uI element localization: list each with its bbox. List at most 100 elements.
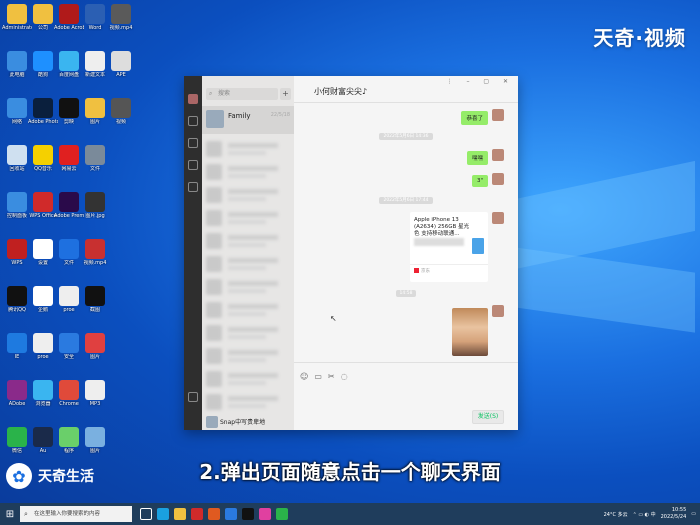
chat-title: 小何财富尖尖♪ [314, 87, 368, 96]
app-icon [33, 239, 53, 259]
list-item[interactable] [202, 345, 294, 367]
weather[interactable]: 24°C 多云 [604, 511, 628, 518]
app-icon [7, 98, 27, 118]
app-icon [7, 427, 27, 447]
list-item[interactable]: Family 22/5/18 [202, 106, 294, 134]
avatar[interactable] [188, 94, 198, 104]
app-icon [85, 192, 105, 212]
contacts-icon[interactable] [188, 138, 198, 148]
avatar [492, 305, 504, 317]
list-item[interactable] [202, 138, 294, 160]
app-icon [85, 51, 105, 71]
menu-icon[interactable] [188, 392, 198, 402]
avatar [492, 173, 504, 185]
desktop-icon[interactable]: 视频.mp4 [106, 4, 136, 31]
input-toolbar: ☺▭✂◌ [300, 372, 354, 381]
app-icon [7, 4, 27, 24]
desktop-icon-label: APE [116, 72, 126, 78]
app-icon [111, 98, 131, 118]
cursor-icon: ↖ [330, 314, 337, 323]
app-icon [33, 4, 53, 24]
files-icon[interactable] [188, 182, 198, 192]
clock[interactable]: 10:55 2022/5/24 [661, 507, 687, 521]
desktop-icon-label: 文件 [89, 166, 100, 172]
search-input[interactable]: ⌕ 搜索 [206, 88, 278, 100]
list-item[interactable] [202, 299, 294, 321]
scissors-icon[interactable]: ✂ [328, 372, 341, 381]
windows-start-icon[interactable]: ⊞ [0, 503, 20, 525]
list-item[interactable] [202, 161, 294, 183]
list-item[interactable] [202, 253, 294, 275]
send-button[interactable]: 发送(S) [472, 410, 504, 424]
edge-icon[interactable] [157, 508, 169, 520]
emoji-icon[interactable]: ☺ [300, 372, 314, 381]
list-item[interactable] [202, 207, 294, 229]
desktop-icon[interactable]: APE [106, 51, 136, 78]
timestamp: 2022年5月6日 17:44 [294, 197, 518, 204]
app-icon [85, 98, 105, 118]
app-icon[interactable] [225, 508, 237, 520]
list-item[interactable] [202, 276, 294, 298]
app-icon [85, 286, 105, 306]
app-icon [85, 380, 105, 400]
list-item[interactable]: Snap中写贵卑地 [202, 414, 294, 430]
app-icon [85, 4, 105, 24]
chat-bubble-icon[interactable]: ◌ [341, 372, 354, 381]
app-icon [59, 333, 79, 353]
list-item[interactable] [202, 391, 294, 413]
chat-panel: 小何财富尖尖♪ ⋮ – ▢ ✕ 恭喜了 2022年5月6日 14:36 嘿嘿 3… [294, 76, 518, 430]
list-item[interactable] [202, 368, 294, 390]
list-item[interactable] [202, 230, 294, 252]
app-icon [59, 4, 79, 24]
desktop-icon[interactable]: 图片 [80, 427, 110, 454]
app-icon [7, 192, 27, 212]
app-icon [85, 333, 105, 353]
app-icon [85, 239, 105, 259]
search-icon: ⌕ [24, 510, 28, 518]
desktop-icon[interactable]: 视频.mp4 [80, 239, 110, 266]
desktop-icon-label: 图片.jpg [85, 213, 105, 219]
avatar [492, 212, 504, 224]
desktop-icon[interactable]: 图片 [80, 333, 110, 360]
photo-message[interactable] [452, 308, 488, 356]
window-controls[interactable]: ⋮ – ▢ ✕ [447, 78, 514, 85]
voice-message[interactable]: 3" [471, 175, 488, 187]
explorer-icon[interactable] [174, 508, 186, 520]
desktop-icon[interactable]: MP3 [80, 380, 110, 407]
wechat-icon[interactable] [276, 508, 288, 520]
subtitle: 2.弹出页面随意点击一个聊天界面 [199, 460, 501, 484]
task-view-icon[interactable] [140, 508, 152, 520]
app-icon [59, 192, 79, 212]
add-button[interactable]: + [280, 88, 291, 100]
list-item[interactable] [202, 184, 294, 206]
list-item[interactable] [202, 322, 294, 344]
folder-icon[interactable]: ▭ [314, 372, 328, 381]
app-icon [7, 239, 27, 259]
app-icon[interactable] [259, 508, 271, 520]
taskbar-search-input[interactable]: ⌕ 在这里输入你要搜索的内容 [20, 506, 132, 522]
desktop-icon[interactable]: 文件 [80, 145, 110, 172]
divider [410, 264, 488, 265]
app-icon[interactable] [208, 508, 220, 520]
product-card[interactable]: Apple iPhone 13 (A2634) 256GB 星光色 支持移动联通… [410, 212, 488, 282]
desktop-icon[interactable]: 截图 [80, 286, 110, 313]
wallpaper-beam [515, 247, 695, 333]
app-icon [59, 380, 79, 400]
desktop-icon[interactable]: 图片.jpg [80, 192, 110, 219]
desktop-icon-label: 图片 [89, 448, 100, 454]
app-icon [33, 51, 53, 71]
chat-icon[interactable] [188, 116, 198, 126]
app-icon[interactable] [242, 508, 254, 520]
wechat-sidebar [184, 76, 202, 430]
timestamp: 2022年5月6日 14:36 [294, 133, 518, 140]
app-icon [85, 427, 105, 447]
wechat-window: ⌕ 搜索 + Family 22/5/18 Snap中写贵卑地 小何财富尖尖♪ … [184, 76, 518, 430]
favorites-icon[interactable] [188, 160, 198, 170]
desktop-icon[interactable]: 视频 [106, 98, 136, 125]
taskbar: ⊞ ⌕ 在这里输入你要搜索的内容 24°C 多云 ⌃ ▭ ◐ 中 10:55 2… [0, 503, 700, 525]
product-image [472, 238, 484, 254]
app-icon [59, 427, 79, 447]
wps-icon[interactable] [191, 508, 203, 520]
notification-icon[interactable]: ▭ [691, 511, 696, 517]
tray-icons[interactable]: ⌃ ▭ ◐ 中 [633, 511, 656, 518]
